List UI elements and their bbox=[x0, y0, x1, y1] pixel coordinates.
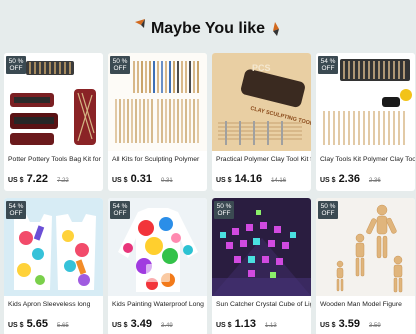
product-title[interactable]: All Kits for Sculpting Polymer bbox=[108, 155, 207, 164]
discount-badge: 54 % OFF bbox=[318, 56, 338, 74]
price: 5.65 bbox=[26, 318, 48, 330]
product-image[interactable]: 54 % OFF bbox=[4, 198, 103, 296]
product-card[interactable]: 50 % OFF All Kits for Sculpting Polymer U… bbox=[108, 53, 207, 191]
currency: US $ bbox=[216, 177, 232, 184]
section-title: Maybe You like bbox=[150, 20, 266, 37]
product-card[interactable]: PCS CLAY SCULPTING TOOLS Practical Polym… bbox=[212, 53, 311, 191]
price: 0.31 bbox=[130, 173, 152, 185]
original-price: 0.31 bbox=[160, 178, 173, 184]
price: 3.49 bbox=[130, 318, 152, 330]
product-image[interactable]: 54 % OFF bbox=[108, 198, 207, 296]
price-row: US $ 0.31 0.31 bbox=[108, 173, 207, 185]
currency: US $ bbox=[8, 177, 24, 184]
product-grid: 50 % OFF Potter Pottery Tools Bag Kit for… bbox=[4, 53, 415, 334]
original-price: 14.16 bbox=[271, 178, 287, 184]
image-text-pcs: PCS bbox=[252, 63, 271, 73]
product-card[interactable]: 50 % OFF Sun Catcher Crystal Cube of Ligh… bbox=[212, 198, 311, 334]
price-row: US $ 3.59 3.59 bbox=[316, 318, 415, 330]
original-price: 2.36 bbox=[368, 178, 381, 184]
original-price: 3.49 bbox=[160, 323, 173, 329]
product-image[interactable]: PCS CLAY SCULPTING TOOLS bbox=[212, 53, 311, 151]
price-row: US $ 2.36 2.36 bbox=[316, 173, 415, 185]
discount-badge: 50 % OFF bbox=[110, 56, 130, 74]
product-image[interactable]: 50 % OFF bbox=[316, 198, 415, 296]
product-title[interactable]: Kids Painting Waterproof Long bbox=[108, 300, 207, 309]
discount-badge: 50 % OFF bbox=[214, 201, 234, 219]
currency: US $ bbox=[8, 322, 24, 329]
product-image[interactable]: 50 % OFF bbox=[4, 53, 103, 151]
decoration-icon bbox=[273, 22, 279, 36]
product-image[interactable]: 50 % OFF bbox=[212, 198, 311, 296]
price-row: US $ 5.65 5.65 bbox=[4, 318, 103, 330]
original-price: 5.65 bbox=[56, 323, 69, 329]
currency: US $ bbox=[320, 177, 336, 184]
product-card[interactable]: 54 % OFF Clay Tools Kit Polymer Clay Tool… bbox=[316, 53, 415, 191]
discount-badge: 50 % OFF bbox=[318, 201, 338, 219]
product-title[interactable]: Kids Apron Sleeveless long bbox=[4, 300, 103, 309]
price-row: US $ 1.13 1.13 bbox=[212, 318, 311, 330]
product-title[interactable]: Potter Pottery Tools Bag Kit for bbox=[4, 155, 103, 164]
price: 14.16 bbox=[234, 173, 263, 185]
product-card[interactable]: 54 % OFF Kids Apron Sleeveless long US $ … bbox=[4, 198, 103, 334]
product-card[interactable]: 50 % OFF Potter Pottery Tools Bag Kit for… bbox=[4, 53, 103, 191]
product-title[interactable]: Clay Tools Kit Polymer Clay Tools bbox=[316, 155, 415, 164]
product-title[interactable]: Sun Catcher Crystal Cube of Light bbox=[212, 300, 311, 309]
price-row: US $ 14.16 14.16 bbox=[212, 173, 311, 185]
product-card[interactable]: 50 % OFF Wooden Man Model Figure US $ 3.5… bbox=[316, 198, 415, 334]
product-card[interactable]: 54 % OFF Kids Painting Waterproof Long US… bbox=[108, 198, 207, 334]
price: 3.59 bbox=[338, 318, 360, 330]
price-row: US $ 3.49 3.49 bbox=[108, 318, 207, 330]
product-title[interactable]: Wooden Man Model Figure bbox=[316, 300, 415, 309]
currency: US $ bbox=[216, 322, 232, 329]
discount-badge: 50 % OFF bbox=[6, 56, 26, 74]
currency: US $ bbox=[320, 322, 336, 329]
original-price: 1.13 bbox=[264, 323, 277, 329]
product-image[interactable]: 54 % OFF bbox=[316, 53, 415, 151]
price: 2.36 bbox=[338, 173, 360, 185]
product-image[interactable]: 50 % OFF bbox=[108, 53, 207, 151]
price: 7.22 bbox=[26, 173, 48, 185]
currency: US $ bbox=[112, 177, 128, 184]
product-title[interactable]: Practical Polymer Clay Tool Kit for bbox=[212, 155, 311, 164]
original-price: 3.59 bbox=[368, 323, 381, 329]
section-header: Maybe You like bbox=[0, 0, 416, 54]
discount-badge: 54 % OFF bbox=[110, 201, 130, 219]
currency: US $ bbox=[112, 322, 128, 329]
original-price: 7.22 bbox=[56, 178, 69, 184]
price-row: US $ 7.22 7.22 bbox=[4, 173, 103, 185]
price: 1.13 bbox=[234, 318, 256, 330]
discount-badge: 54 % OFF bbox=[6, 201, 26, 219]
